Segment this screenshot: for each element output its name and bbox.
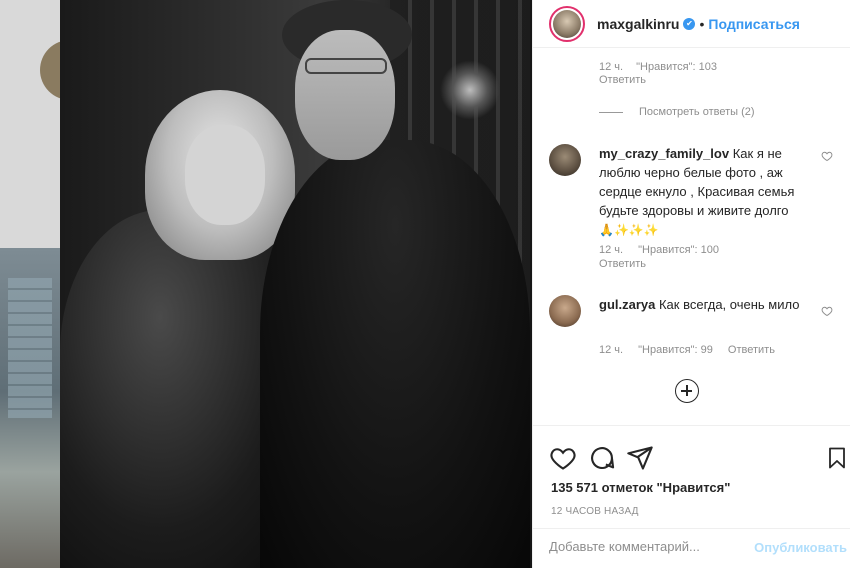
post-actions: 135 571 отметок "Нравится" 12 ЧАСОВ НАЗА… [533,425,850,517]
commenter-avatar[interactable] [549,144,581,176]
background-feed [0,0,60,568]
post-side-panel: maxgalkinru ✔ • Подписаться 12 ч. "Нрави… [532,0,850,568]
commenter-avatar[interactable] [549,295,581,327]
post-header: maxgalkinru ✔ • Подписаться [533,0,850,48]
reply-button[interactable]: Ответить [728,344,775,356]
comment-meta: 12 ч. "Нравится": 100 [599,244,731,256]
like-heart-icon[interactable] [821,305,833,317]
verified-badge-icon: ✔ [683,17,696,30]
header-separator: • [699,15,705,32]
photo-man-glasses [305,58,387,74]
replies-line [599,111,623,113]
background-photo [0,248,60,568]
comment-time: 12 ч. [599,244,624,256]
post-timestamp: 12 ЧАСОВ НАЗАД [551,506,639,517]
previous-comment-meta: 12 ч. "Нравится": 103 Ответить [599,61,727,86]
comment-meta: 12 ч. "Нравится": 99 Ответить [599,344,787,356]
reply-button[interactable]: Ответить [599,74,727,86]
comment-emoji: 🙏✨✨✨ [599,223,659,237]
comment-text-block: my_crazy_family_lov Как я не люблю черно… [599,144,807,240]
photo-man-body [260,140,530,568]
like-heart-icon[interactable] [549,444,577,472]
like-heart-icon[interactable] [821,150,833,162]
save-bookmark-icon[interactable] [825,444,849,472]
author-username[interactable]: maxgalkinru [597,16,679,32]
comment-bubble-icon[interactable] [588,444,616,472]
comment-text: Как всегда, очень мило [658,297,800,312]
post-photo[interactable] [60,0,532,568]
commenter-username[interactable]: my_crazy_family_lov [599,146,729,161]
commenter-username[interactable]: gul.zarya [599,297,655,312]
photo-woman-face [185,125,265,225]
comment-input[interactable] [549,539,749,554]
add-comment-bar: Опубликовать [533,528,850,568]
view-replies-label: Посмотреть ответы (2) [639,106,755,118]
comment-text-block: gul.zarya Как всегда, очень мило [599,295,807,314]
comment-time: 12 ч. [599,61,624,73]
comment-item: my_crazy_family_lov Как я не люблю черно… [549,144,839,279]
author-avatar[interactable] [549,5,585,42]
comment-item: gul.zarya Как всегда, очень мило 12 ч. "… [549,295,839,365]
comment-likes[interactable]: "Нравится": 99 [638,344,713,356]
load-more-comments-icon[interactable] [675,379,699,403]
photo-man-face [295,30,395,160]
comment-likes[interactable]: "Нравится": 100 [638,244,719,256]
background-feed-area [0,0,60,248]
follow-button[interactable]: Подписаться [708,16,800,32]
reply-button[interactable]: Ответить [599,258,646,270]
post-comment-button[interactable]: Опубликовать [754,540,847,555]
comments-list[interactable]: 12 ч. "Нравится": 103 Ответить Посмотрет… [533,49,850,424]
likes-count[interactable]: 135 571 отметок "Нравится" [551,480,730,495]
comment-time: 12 ч. [599,344,624,356]
share-plane-icon[interactable] [626,444,654,472]
photo-lamp [440,60,500,120]
view-replies-button[interactable]: Посмотреть ответы (2) [599,106,755,118]
comment-likes[interactable]: "Нравится": 103 [636,61,717,73]
author-avatar-image [553,9,581,38]
